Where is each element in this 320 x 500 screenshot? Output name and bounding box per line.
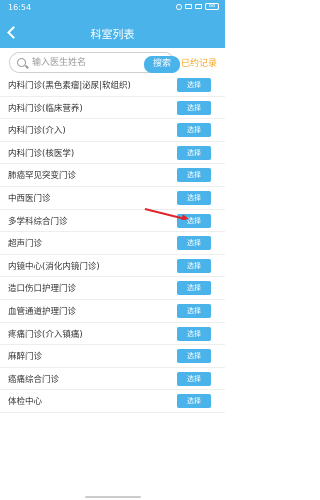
department-name: 造口伤口护理门诊 [8,284,77,295]
search-icon [17,58,26,67]
department-row: 体检中心 选择 [0,390,225,413]
select-button[interactable]: 选择 [177,168,211,183]
department-row: 多学科综合门诊 选择 [0,210,225,233]
department-row: 内科门诊(核医学) 选择 [0,142,225,165]
department-name: 中西医门诊 [8,193,51,204]
select-button[interactable]: 选择 [177,236,211,251]
search-row: 搜索 已约记录 [0,50,225,74]
home-indicator[interactable] [85,496,141,498]
appointment-history-link[interactable]: 已约记录 [181,56,217,69]
department-name: 内科门诊(核医学) [8,148,75,159]
status-icons: 88 [176,3,219,10]
signal-icon [195,4,202,9]
select-button[interactable]: 选择 [177,190,211,205]
department-name: 多学科综合门诊 [8,216,68,227]
department-row: 癌痛综合门诊 选择 [0,368,225,391]
department-name: 内镜中心(消化内镜门诊) [8,261,100,272]
select-button[interactable]: 选择 [177,281,211,296]
department-row: 超声门诊 选择 [0,232,225,255]
search-box: 搜索 [9,52,180,73]
alarm-icon [176,3,182,10]
department-name: 超声门诊 [8,239,43,250]
select-button[interactable]: 选择 [177,303,211,318]
department-name: 内科门诊(临床营养) [8,103,83,114]
department-name: 疼痛门诊(介入镇痛) [8,329,83,340]
department-row: 血管通道护理门诊 选择 [0,300,225,323]
department-row: 内科门诊(黑色素瘤|泌尿|软组织) 选择 [0,74,225,97]
select-button[interactable]: 选择 [177,326,211,341]
department-row: 疼痛门诊(介入镇痛) 选择 [0,323,225,346]
department-name: 麻醉门诊 [8,352,43,363]
select-button[interactable]: 选择 [177,349,211,364]
department-name: 癌痛综合门诊 [8,374,60,385]
department-name: 内科门诊(黑色素瘤|泌尿|软组织) [8,81,131,91]
department-name: 血管通道护理门诊 [8,306,77,317]
department-row: 肺癌罕见突变门诊 选择 [0,164,225,187]
select-button[interactable]: 选择 [177,145,211,160]
nav-bar: 科室列表 [0,20,225,46]
network-icon [185,4,192,9]
department-row: 造口伤口护理门诊 选择 [0,277,225,300]
department-row: 麻醉门诊 选择 [0,345,225,368]
department-name: 肺癌罕见突变门诊 [8,171,77,182]
department-row: 内科门诊(介入) 选择 [0,119,225,142]
department-row: 内科门诊(临床营养) 选择 [0,97,225,120]
doctor-name-search-input[interactable] [32,56,132,70]
status-time: 16:54 [8,3,32,12]
department-row: 内镜中心(消化内镜门诊) 选择 [0,255,225,278]
app-header: 16:54 88 科室列表 [0,0,225,48]
select-button[interactable]: 选择 [177,371,211,386]
department-row: 中西医门诊 选择 [0,187,225,210]
department-name: 内科门诊(介入) [8,126,66,137]
department-name: 体检中心 [8,397,43,408]
search-button[interactable]: 搜索 [144,56,180,73]
select-button[interactable]: 选择 [177,258,211,273]
select-button[interactable]: 选择 [177,100,211,115]
select-button[interactable]: 选择 [177,78,211,92]
select-button[interactable]: 选择 [177,394,211,409]
status-bar: 16:54 88 [0,0,225,16]
department-list: 内科门诊(黑色素瘤|泌尿|软组织) 选择 内科门诊(临床营养) 选择 内科门诊(介入) 选… [0,74,225,413]
page-title: 科室列表 [90,28,135,41]
battery-icon: 88 [205,3,219,10]
select-button[interactable]: 选择 [177,123,211,138]
